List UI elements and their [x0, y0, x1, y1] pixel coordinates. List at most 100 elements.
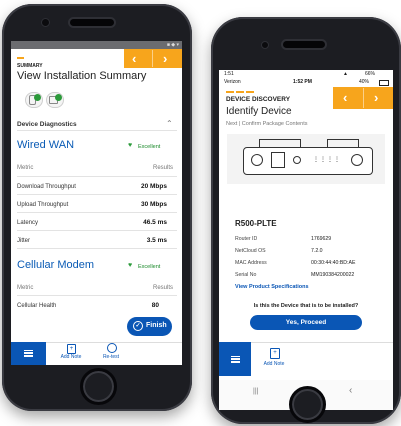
status-clock: 1:52 PM — [293, 79, 312, 85]
speaker-grille — [281, 39, 327, 50]
prev-arrow-icon[interactable]: ‹ — [343, 91, 347, 104]
front-camera-icon — [41, 18, 50, 27]
retest-icon[interactable] — [107, 343, 117, 353]
antenna-connector — [327, 139, 359, 148]
modem-status-icon[interactable] — [46, 92, 64, 108]
carrier-name: Verizon — [224, 79, 241, 85]
battery-level: 40% — [359, 79, 370, 85]
next-arrow-icon[interactable]: › — [374, 91, 378, 104]
antenna-connector — [259, 139, 301, 148]
add-note-label[interactable]: Add Note — [258, 361, 290, 367]
status-bar: ■ ◆ ▾ — [11, 41, 182, 49]
divider — [17, 212, 177, 213]
header-accent — [17, 57, 24, 59]
menu-button[interactable] — [219, 342, 251, 376]
speaker-grille — [68, 17, 116, 28]
right-phone: 1:51 66% ▲ Verizon 1:52 PM 40% ‹ › DEVIC… — [211, 17, 401, 424]
product-specs-link[interactable]: View Product Specifications — [235, 284, 309, 290]
status-icons: ■ ◆ ▾ — [166, 42, 179, 48]
proceed-label: Yes, Proceed — [285, 319, 327, 326]
left-phone-screen: ■ ◆ ▾ ‹ › SUMMARY View Installation Summ… — [11, 41, 182, 365]
section-label: DEVICE DISCOVERY — [226, 96, 291, 103]
spec-label: NetCloud OS — [235, 248, 266, 254]
status-battery: 66% — [365, 71, 376, 77]
port-icon — [271, 152, 285, 168]
next-step-hint: Next | Confirm Package Contents — [226, 121, 308, 127]
metric-value: 20 Mbps — [140, 183, 167, 190]
progress-steps — [226, 91, 256, 93]
metric-value: 46.5 ms — [143, 219, 167, 226]
ok-check-icon — [55, 94, 62, 101]
status-time: 1:51 — [224, 71, 234, 77]
spec-label: MAC Address — [235, 260, 267, 266]
led-indicators: ⋮⋮⋮⋮ — [313, 157, 341, 163]
check-circle-icon: ✓ — [133, 321, 143, 331]
wired-wan-status: Excellent — [138, 144, 161, 150]
diagnostics-header[interactable]: Device Diagnostics — [17, 121, 77, 128]
progress-step — [246, 91, 254, 93]
finish-button[interactable]: ✓ Finish — [127, 317, 172, 336]
metric-value: 30 Mbps — [140, 201, 167, 208]
router-status-icon[interactable] — [25, 92, 43, 108]
back-icon[interactable]: ‹ — [349, 385, 352, 396]
left-phone: ■ ◆ ▾ ‹ › SUMMARY View Installation Summ… — [2, 4, 192, 411]
progress-step — [226, 91, 234, 93]
retest-label[interactable]: Re-test — [95, 354, 127, 360]
cellular-status: Excellent — [138, 264, 161, 270]
home-button[interactable] — [289, 386, 326, 423]
metric-label: Upload Throughput — [17, 202, 69, 208]
menu-button[interactable] — [11, 342, 46, 365]
battery-icon — [379, 80, 389, 86]
signal-icon: ▲ — [343, 71, 348, 77]
metric-label: Latency — [17, 220, 39, 226]
chevron-up-icon[interactable]: ⌃ — [166, 119, 173, 128]
heart-icon: ♥ — [128, 262, 133, 269]
divider — [17, 194, 177, 195]
port-icon — [293, 156, 301, 164]
heart-icon: ♥ — [128, 142, 133, 149]
add-note-icon[interactable]: + — [67, 344, 76, 354]
metric-label: Download Throughput — [17, 184, 76, 190]
spec-value: 7.2.0 — [311, 248, 323, 254]
metric-value: 3.5 ms — [146, 237, 167, 244]
home-button[interactable] — [80, 368, 117, 405]
ok-check-icon — [34, 94, 41, 101]
add-note-label[interactable]: Add Note — [55, 354, 87, 360]
spec-value: 1769629 — [311, 236, 332, 242]
finish-label: Finish — [146, 322, 167, 329]
prev-arrow-icon[interactable]: ‹ — [132, 52, 136, 65]
device-model: R500-PLTE — [235, 219, 277, 228]
nav-tab-divider — [363, 88, 364, 108]
proceed-button[interactable]: Yes, Proceed — [250, 315, 362, 330]
results-header: Results — [153, 285, 174, 291]
results-header: Results — [153, 165, 174, 171]
router-illustration: ⋮⋮⋮⋮ — [227, 134, 385, 184]
divider — [17, 230, 177, 231]
metric-label: Jitter — [17, 238, 31, 244]
spec-value: MM190384200022 — [311, 272, 355, 278]
next-arrow-icon[interactable]: › — [163, 52, 167, 65]
port-icon — [251, 154, 263, 166]
port-icon — [351, 154, 363, 166]
hamburger-icon — [230, 354, 240, 364]
add-note-icon[interactable]: + — [270, 348, 280, 359]
wired-wan-title: Wired WAN — [17, 139, 75, 151]
nav-tab-divider — [152, 50, 153, 67]
page-title: Identify Device — [226, 106, 292, 117]
recents-icon[interactable]: ||| — [253, 388, 258, 395]
cellular-modem-title: Cellular Modem — [17, 259, 95, 271]
page-title: View Installation Summary — [17, 70, 147, 82]
spec-label: Router ID — [235, 236, 258, 242]
metric-header: Metric — [17, 165, 34, 171]
spec-value: 00:30:44:40:BD:AE — [311, 260, 356, 266]
divider — [17, 176, 177, 177]
divider — [17, 130, 177, 131]
section-label: SUMMARY — [17, 63, 43, 69]
divider — [17, 248, 177, 249]
front-camera-icon — [261, 41, 269, 49]
right-phone-screen: 1:51 66% ▲ Verizon 1:52 PM 40% ‹ › DEVIC… — [219, 70, 393, 410]
metric-label: Cellular Health — [17, 303, 57, 309]
progress-step — [236, 91, 244, 93]
divider — [17, 295, 177, 296]
hamburger-icon — [24, 348, 33, 358]
